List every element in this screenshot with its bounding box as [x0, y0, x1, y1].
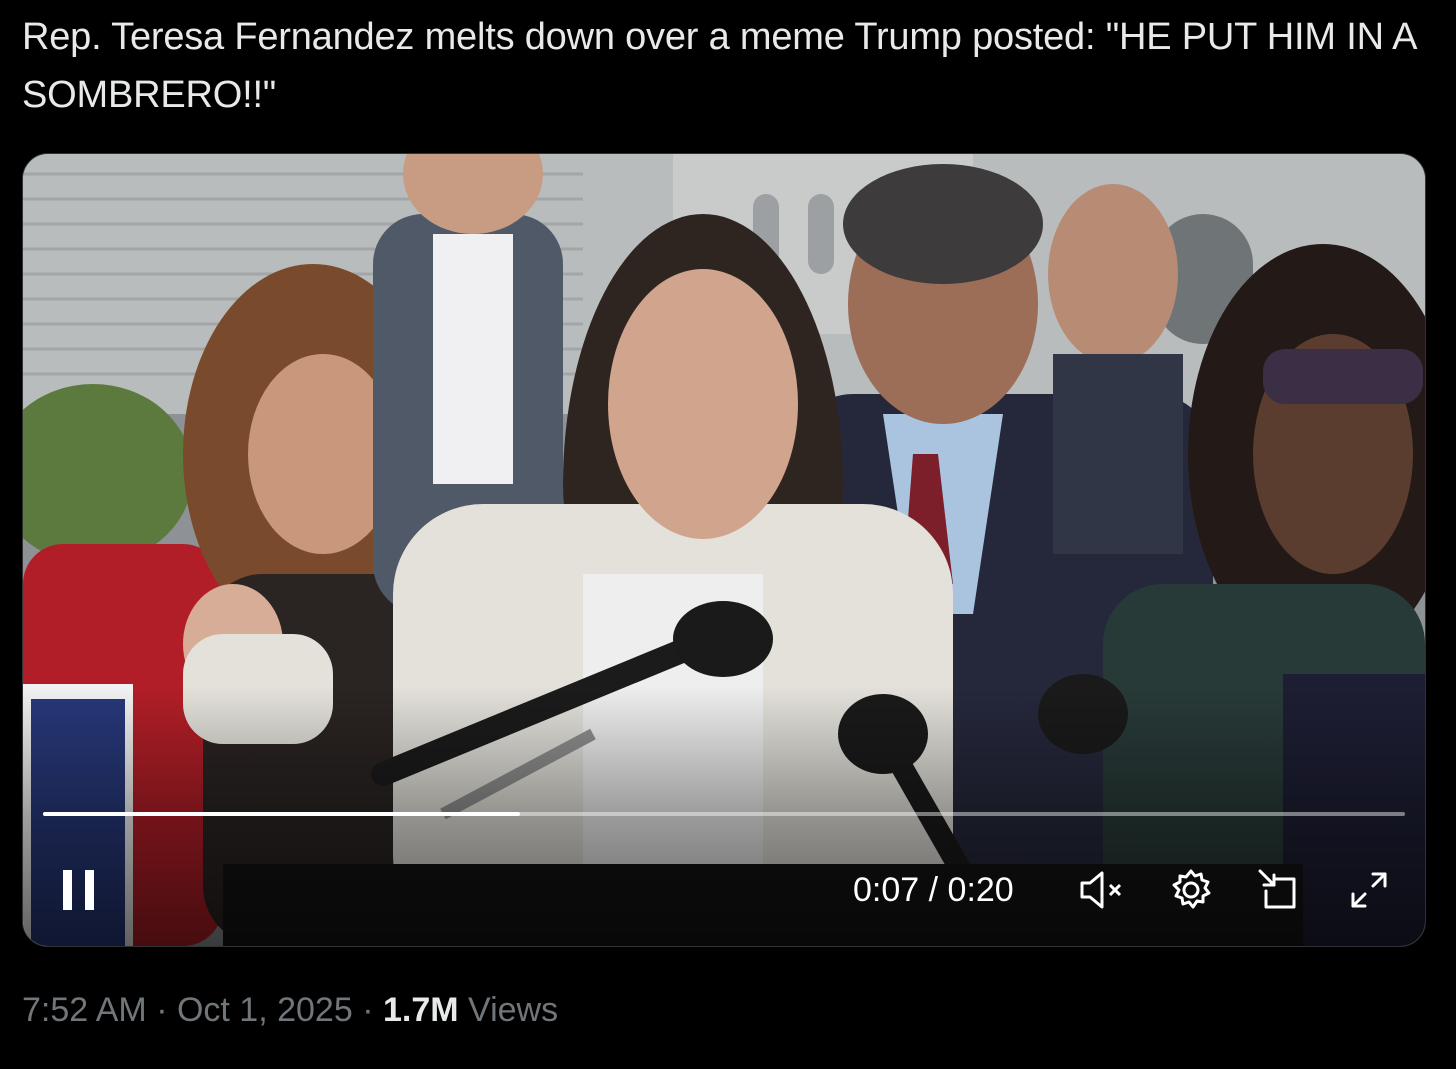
views-label: Views: [458, 991, 559, 1029]
post-metadata: 7:52 AM · Oct 1, 2025 · 1.7M Views: [22, 984, 558, 1036]
gear-icon: [1172, 869, 1211, 909]
meta-separator: ·: [146, 991, 177, 1029]
time-display: 0:07 / 0:20: [853, 866, 1014, 914]
mute-button[interactable]: [1073, 860, 1133, 920]
expand-icon: [1351, 872, 1387, 908]
time-total: 0:20: [947, 871, 1014, 909]
progress-fill: [43, 812, 520, 816]
video-player[interactable]: 0:07 / 0:20: [22, 153, 1426, 947]
pause-button[interactable]: [51, 860, 107, 920]
picture-in-picture-button[interactable]: [1249, 860, 1309, 920]
time-separator: /: [928, 871, 939, 909]
settings-button[interactable]: [1161, 860, 1221, 920]
progress-bar[interactable]: [43, 812, 1405, 816]
meta-separator: ·: [352, 991, 383, 1029]
post-date[interactable]: Oct 1, 2025: [177, 991, 353, 1029]
post-time[interactable]: 7:52 AM: [22, 991, 147, 1029]
pause-icon: [63, 870, 94, 910]
muted-speaker-icon: [1080, 871, 1122, 909]
picture-in-picture-icon: [1258, 869, 1296, 909]
views-count[interactable]: 1.7M: [383, 991, 459, 1029]
post-text: Rep. Teresa Fernandez melts down over a …: [22, 16, 1416, 116]
time-current: 0:07: [853, 871, 920, 909]
fullscreen-button[interactable]: [1339, 860, 1399, 920]
